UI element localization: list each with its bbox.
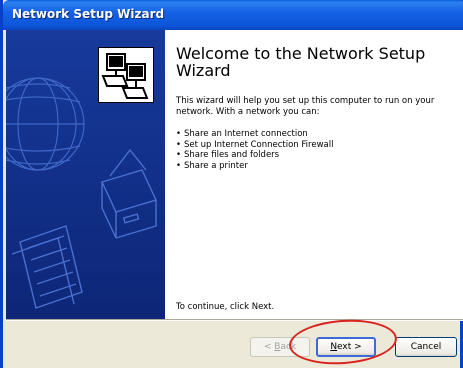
- continue-instruction: To continue, click Next.: [176, 302, 275, 312]
- list-item: Share files and folders: [176, 150, 333, 161]
- network-computers-icon: [98, 47, 154, 103]
- back-rest: ack: [280, 342, 297, 352]
- cancel-button[interactable]: Cancel: [395, 337, 457, 357]
- page-title: Welcome to the Network Setup Wizard: [176, 44, 426, 80]
- feature-list: Share an Internet connection Set up Inte…: [176, 129, 333, 171]
- next-rest: ext >: [337, 342, 362, 352]
- list-item: Share an Internet connection: [176, 129, 333, 140]
- list-item: Set up Internet Connection Firewall: [176, 140, 333, 151]
- title-bar[interactable]: Network Setup Wizard: [3, 0, 463, 30]
- window-title: Network Setup Wizard: [12, 7, 165, 21]
- next-button[interactable]: Next >: [316, 337, 376, 357]
- back-button[interactable]: < Back: [250, 337, 310, 357]
- back-prefix: <: [263, 342, 275, 352]
- intro-text: This wizard will help you set up this co…: [176, 96, 435, 117]
- wizard-content: Welcome to the Network Setup Wizard This…: [165, 30, 463, 319]
- wizard-window: Network Setup Wizard Welcome to the Netw…: [0, 0, 463, 368]
- list-item: Share a printer: [176, 161, 333, 172]
- button-divider: [6, 319, 463, 321]
